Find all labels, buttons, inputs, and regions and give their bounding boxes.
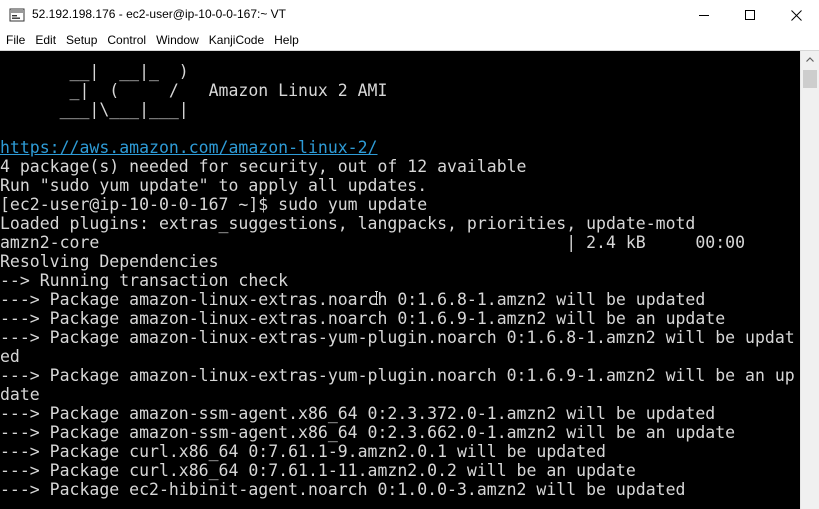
terminal-line: ---> Package amazon-ssm-agent.x86_64 0:2… <box>0 404 716 423</box>
vertical-scrollbar[interactable] <box>800 51 819 509</box>
terminal-line: --> Running transaction check <box>0 271 289 290</box>
terminal-line: ---> Package amazon-linux-extras-yum-plu… <box>0 366 795 385</box>
maximize-icon <box>745 10 755 20</box>
window-title: 52.192.198.176 - ec2-user@ip-10-0-0-167:… <box>32 7 286 21</box>
menu-setup[interactable]: Setup <box>61 31 102 49</box>
scrollbar-thumb[interactable] <box>803 70 817 88</box>
close-button[interactable] <box>773 0 819 30</box>
terminal-window: 52.192.198.176 - ec2-user@ip-10-0-0-167:… <box>0 0 819 509</box>
menu-kanjicode[interactable]: KanjiCode <box>204 31 269 49</box>
terminal-line: Run "sudo yum update" to apply all updat… <box>0 176 428 195</box>
close-icon <box>790 9 802 21</box>
terminal-line: ---> Package amazon-linux-extras.noarch … <box>0 309 726 328</box>
terminal-line: ---> Package amazon-linux-extras-yum-plu… <box>0 328 795 347</box>
terminal-line: [ec2-user@ip-10-0-0-167 ~]$ sudo yum upd… <box>0 195 428 214</box>
terminal-line: _| ( / Amazon Linux 2 AMI <box>0 81 388 100</box>
minimize-button[interactable] <box>681 0 727 30</box>
terminal-line: ___|\___|___| <box>0 100 189 119</box>
terminal-line: ---> Package curl.x86_64 0:7.61.1-9.amzn… <box>0 442 606 461</box>
teraterm-app-icon[interactable] <box>9 7 25 23</box>
scroll-up-button[interactable] <box>801 51 819 68</box>
minimize-icon <box>699 15 709 16</box>
terminal-line: 4 package(s) needed for security, out of… <box>0 157 527 176</box>
maximize-button[interactable] <box>727 0 773 30</box>
terminal-line: amzn2-core | 2.4 kB 00:00 <box>0 233 746 252</box>
terminal-line: Resolving Dependencies <box>0 252 219 271</box>
terminal-link-line[interactable]: https://aws.amazon.com/amazon-linux-2/ <box>0 138 795 157</box>
terminal-line: date <box>0 385 40 404</box>
menu-help[interactable]: Help <box>269 31 304 49</box>
menu-control[interactable]: Control <box>102 31 151 49</box>
terminal-output: __| __|_ ) _| ( / Amazon Linux 2 AMI ___… <box>0 62 795 499</box>
terminal-line: __| __|_ ) <box>0 62 189 81</box>
terminal-line: ---> Package amazon-linux-extras.noarch … <box>0 290 706 309</box>
terminal-line: ed <box>0 347 20 366</box>
terminal-line: ---> Package curl.x86_64 0:7.61.1-11.amz… <box>0 461 636 480</box>
title-bar[interactable]: 52.192.198.176 - ec2-user@ip-10-0-0-167:… <box>0 0 819 30</box>
terminal-screen[interactable]: __| __|_ ) _| ( / Amazon Linux 2 AMI ___… <box>0 51 800 509</box>
menu-window[interactable]: Window <box>151 31 204 49</box>
chevron-up-icon <box>806 57 814 62</box>
terminal-line: ---> Package amazon-ssm-agent.x86_64 0:2… <box>0 423 736 442</box>
ibeam-cursor-icon <box>375 291 378 305</box>
menu-edit[interactable]: Edit <box>30 31 61 49</box>
menu-bar: File Edit Setup Control Window KanjiCode… <box>0 30 819 50</box>
terminal-line: Loaded plugins: extras_suggestions, lang… <box>0 214 696 233</box>
terminal-line: ---> Package ec2-hibinit-agent.noarch 0:… <box>0 480 686 499</box>
menu-file[interactable]: File <box>0 31 30 49</box>
